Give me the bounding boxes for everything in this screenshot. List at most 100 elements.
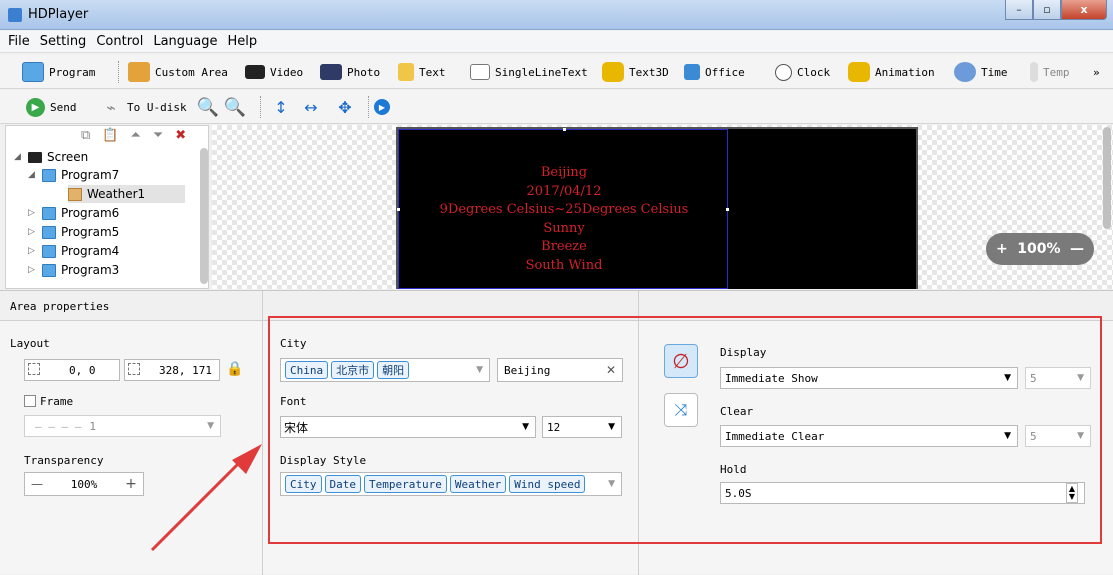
to-udisk-button[interactable]: ⌁ To U-disk bbox=[100, 95, 186, 119]
expand-arrow-icon[interactable]: ◢ bbox=[14, 152, 23, 162]
lock-icon[interactable]: 🔒 bbox=[226, 361, 243, 377]
fit-width-button[interactable]: ↔ bbox=[300, 95, 322, 119]
photo-button[interactable]: Photo bbox=[320, 60, 380, 84]
text3d-button[interactable]: Text3D bbox=[602, 60, 669, 84]
tree-scrollbar[interactable] bbox=[200, 148, 208, 284]
delete-icon[interactable]: ✖ bbox=[175, 128, 186, 143]
zoom-out-icon: 🔍 bbox=[223, 96, 247, 118]
collapse-arrow-icon[interactable]: ▷ bbox=[28, 246, 37, 256]
text3d-icon bbox=[602, 62, 624, 82]
copy-icon[interactable]: ⧉ bbox=[81, 128, 90, 143]
clock-button[interactable]: Clock bbox=[775, 60, 830, 84]
program-button[interactable]: Program bbox=[22, 60, 95, 84]
text-button[interactable]: Text bbox=[398, 60, 446, 84]
insert-toolbar: Program Custom Area Video Photo Text Sin… bbox=[0, 55, 1113, 89]
menu-file[interactable]: File bbox=[8, 34, 30, 49]
expand-arrow-icon[interactable]: ◢ bbox=[28, 170, 37, 180]
increment-button[interactable]: + bbox=[119, 476, 143, 492]
office-button[interactable]: Office bbox=[684, 60, 745, 84]
time-icon bbox=[954, 62, 976, 82]
weather-display-text: Beijing 2017/04/12 9Degrees Celsius~25De… bbox=[399, 164, 729, 275]
collapse-arrow-icon[interactable]: ▷ bbox=[28, 227, 37, 237]
preview-line: Breeze bbox=[541, 239, 587, 254]
overflow-icon: » bbox=[1093, 65, 1100, 79]
transparency-stepper[interactable]: — 100% + bbox=[24, 472, 144, 496]
frame-label: Frame bbox=[40, 395, 74, 408]
toolbar-overflow-button[interactable]: » bbox=[1093, 60, 1100, 84]
fit-all-button[interactable]: ✥ bbox=[334, 95, 356, 119]
window-controls: – ▫ x bbox=[1005, 0, 1107, 22]
weather-area-selection[interactable]: Beijing 2017/04/12 9Degrees Celsius~25De… bbox=[397, 128, 729, 289]
position-icon bbox=[28, 363, 40, 375]
zoom-out-button[interactable]: 🔍 bbox=[224, 95, 246, 119]
zoom-out-button[interactable]: — bbox=[1070, 241, 1084, 257]
preview-canvas[interactable]: Beijing 2017/04/12 9Degrees Celsius~25De… bbox=[212, 125, 1113, 289]
action-toolbar: ▶ Send ⌁ To U-disk 🔍 🔍 ↕ ↔ ✥ ▶ bbox=[0, 90, 1113, 124]
menu-bar: File Setting Control Language Help bbox=[0, 31, 1113, 53]
tree-item-screen[interactable]: ◢ Screen bbox=[14, 148, 88, 166]
temp-button[interactable]: Temp bbox=[1030, 60, 1070, 84]
custom-area-icon bbox=[128, 62, 150, 82]
text-icon bbox=[398, 63, 414, 81]
preview-line: 9Degrees Celsius~25Degrees Celsius bbox=[439, 202, 689, 217]
move-down-icon[interactable]: ⏷ bbox=[153, 128, 163, 143]
canvas-scrollbar[interactable] bbox=[1103, 127, 1111, 229]
tree-item-program5[interactable]: ▷ Program5 bbox=[28, 223, 119, 241]
frame-checkbox[interactable] bbox=[24, 395, 36, 407]
title-bar: HDPlayer – ▫ x bbox=[0, 0, 1113, 30]
program-tree: ⧉ 📋 ⏶ ⏷ ✖ ◢ Screen ◢ Program7 Weather1 ▷ Pr… bbox=[5, 125, 209, 289]
tree-item-program3[interactable]: ▷ Program3 bbox=[28, 261, 119, 279]
time-button[interactable]: Time bbox=[954, 60, 1008, 84]
program-icon bbox=[42, 244, 56, 258]
tree-item-weather1[interactable]: Weather1 bbox=[68, 185, 186, 203]
animation-button[interactable]: Animation bbox=[848, 60, 935, 84]
fit-height-button[interactable]: ↕ bbox=[270, 95, 292, 119]
tree-actions: ⧉ 📋 ⏶ ⏷ ✖ bbox=[81, 128, 186, 143]
zoom-level: 100% bbox=[1017, 241, 1061, 257]
menu-control[interactable]: Control bbox=[96, 34, 143, 49]
single-line-text-icon bbox=[470, 64, 490, 80]
chevron-down-icon: ▼ bbox=[207, 421, 214, 431]
menu-help[interactable]: Help bbox=[227, 34, 257, 49]
preview-line: Beijing bbox=[540, 165, 588, 180]
play-button[interactable]: ▶ bbox=[374, 95, 390, 119]
custom-area-button[interactable]: Custom Area bbox=[128, 60, 228, 84]
vertical-arrows-icon: ↕ bbox=[274, 97, 288, 117]
send-icon: ▶ bbox=[26, 97, 45, 117]
frame-select[interactable]: — — — — 1 ▼ bbox=[24, 415, 221, 437]
menu-setting[interactable]: Setting bbox=[40, 34, 87, 49]
resize-handle[interactable] bbox=[563, 128, 566, 131]
decrement-button[interactable]: — bbox=[25, 477, 49, 491]
frame-line-icon: — — — — bbox=[35, 419, 82, 433]
collapse-arrow-icon[interactable]: ▷ bbox=[28, 265, 37, 275]
photo-icon bbox=[320, 64, 342, 80]
layout-label: Layout bbox=[10, 337, 50, 350]
zoom-in-button[interactable]: 🔍 bbox=[197, 95, 219, 119]
move-up-icon[interactable]: ⏶ bbox=[130, 128, 140, 143]
zoom-in-button[interactable]: + bbox=[996, 241, 1008, 257]
tree-item-program4[interactable]: ▷ Program4 bbox=[28, 242, 119, 260]
weather-icon bbox=[68, 187, 82, 201]
program-icon bbox=[22, 62, 44, 82]
zoom-control: + 100% — bbox=[986, 233, 1094, 265]
led-screen-preview[interactable]: Beijing 2017/04/12 9Degrees Celsius~25De… bbox=[396, 127, 918, 289]
maximize-button[interactable]: ▫ bbox=[1033, 0, 1061, 20]
menu-language[interactable]: Language bbox=[153, 34, 217, 49]
send-button[interactable]: ▶ Send bbox=[26, 95, 77, 119]
preview-line: South Wind bbox=[525, 257, 603, 273]
program-icon bbox=[42, 263, 56, 277]
temp-icon bbox=[1030, 62, 1038, 82]
tree-item-program7[interactable]: ◢ Program7 bbox=[28, 166, 119, 184]
minimize-button[interactable]: – bbox=[1005, 0, 1033, 20]
single-line-text-button[interactable]: SingleLineText bbox=[470, 60, 588, 84]
video-button[interactable]: Video bbox=[245, 60, 303, 84]
highlight-box bbox=[268, 316, 1102, 544]
tree-item-program6[interactable]: ▷ Program6 bbox=[28, 204, 119, 222]
close-button[interactable]: x bbox=[1061, 0, 1107, 20]
office-icon bbox=[684, 64, 700, 80]
collapse-arrow-icon[interactable]: ▷ bbox=[28, 208, 37, 218]
animation-icon bbox=[848, 62, 870, 82]
paste-icon[interactable]: 📋 bbox=[102, 128, 118, 143]
window-title: HDPlayer bbox=[28, 7, 89, 22]
toolbar-separator bbox=[260, 96, 261, 118]
